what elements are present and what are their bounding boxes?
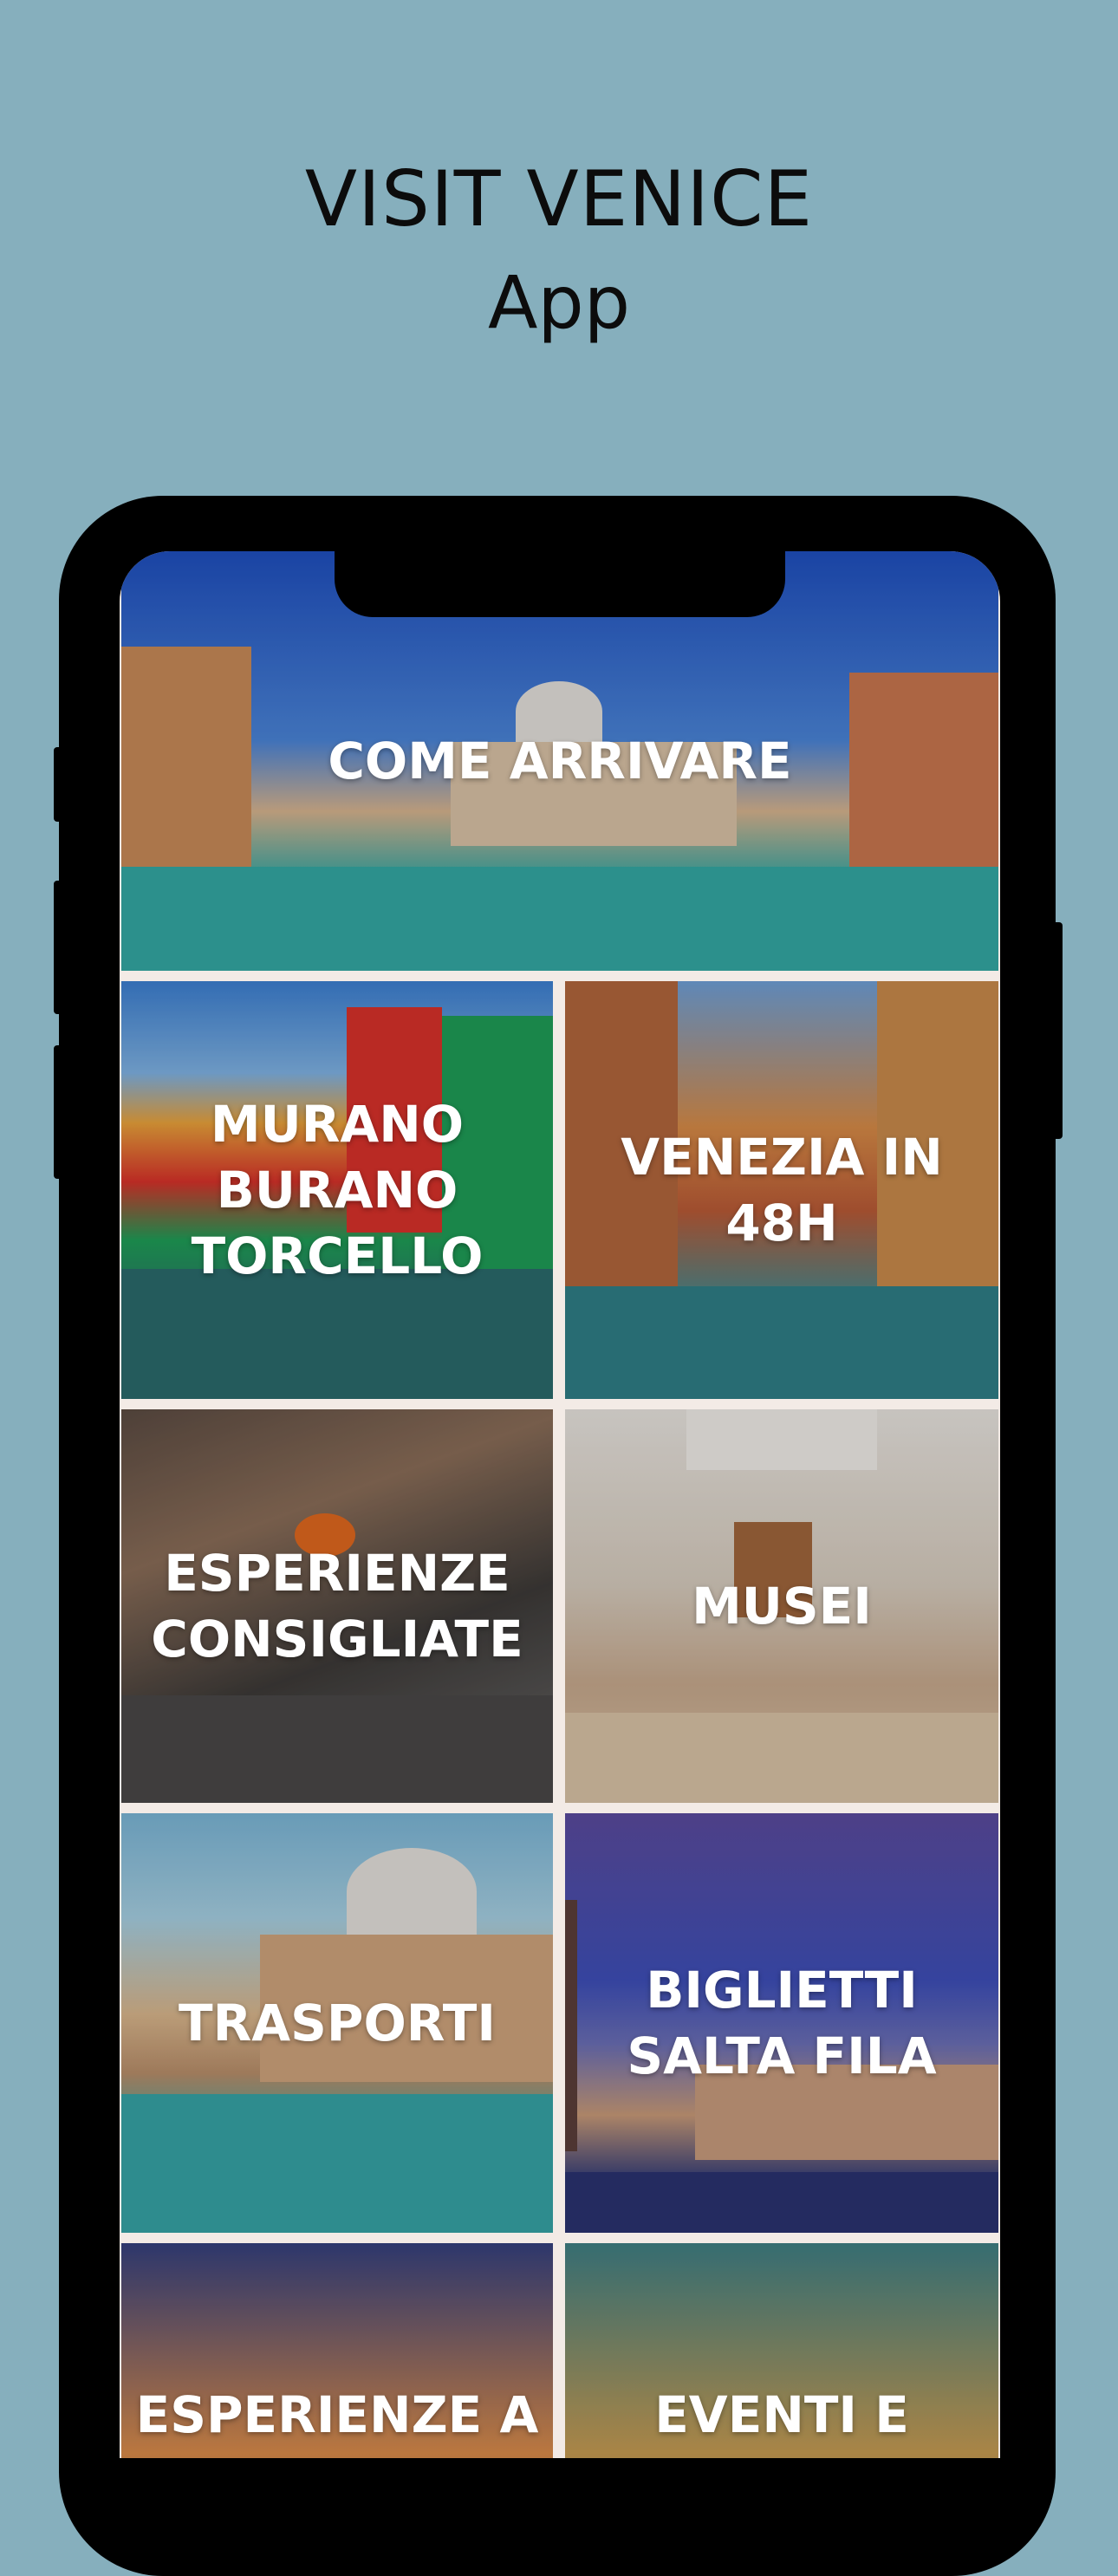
tile-murano-burano-torcello[interactable]: MURANO BURANO TORCELLO xyxy=(121,981,553,1399)
app-screen: COME ARRIVARE MURANO BURANO TORCELLO VEN… xyxy=(120,551,1000,2458)
tile-label-esperienze: ESPERIENZE CONSIGLIATE xyxy=(151,1544,523,1669)
phone-side-button-power xyxy=(1050,922,1063,1139)
tile-musei[interactable]: MUSEI xyxy=(565,1409,998,1803)
tile-biglietti-salta-fila[interactable]: BIGLIETTI SALTA FILA xyxy=(565,1813,998,2233)
tile-label-trasporti: TRASPORTI xyxy=(179,1994,496,2052)
phone-notch xyxy=(335,551,785,617)
headline: VISIT VENICE App xyxy=(0,147,1118,354)
tile-esperienze-consigliate[interactable]: ESPERIENZE CONSIGLIATE xyxy=(121,1409,553,1803)
phone-side-button-volume-up xyxy=(54,881,66,1014)
tile-trasporti[interactable]: TRASPORTI xyxy=(121,1813,553,2233)
tile-label-come-arrivare: COME ARRIVARE xyxy=(328,732,792,790)
headline-title: VISIT VENICE xyxy=(304,154,814,244)
tile-label-musei: MUSEI xyxy=(692,1577,872,1636)
tile-venezia-48h[interactable]: VENEZIA IN 48H xyxy=(565,981,998,1399)
headline-subtitle: App xyxy=(487,260,631,345)
tile-label-biglietti: BIGLIETTI SALTA FILA xyxy=(627,1961,937,2085)
phone-side-button-silent xyxy=(54,747,66,822)
tile-esperienze-a[interactable]: ESPERIENZE A xyxy=(121,2243,553,2458)
tile-eventi[interactable]: EVENTI E xyxy=(565,2243,998,2458)
tile-label-venezia-48h: VENEZIA IN 48H xyxy=(621,1128,943,1252)
phone-side-button-volume-down xyxy=(54,1045,66,1179)
tile-label-eventi: EVENTI E xyxy=(654,2385,909,2444)
tile-label-esperienze-a: ESPERIENZE A xyxy=(135,2385,539,2444)
tile-label-murano: MURANO BURANO TORCELLO xyxy=(191,1095,484,1285)
